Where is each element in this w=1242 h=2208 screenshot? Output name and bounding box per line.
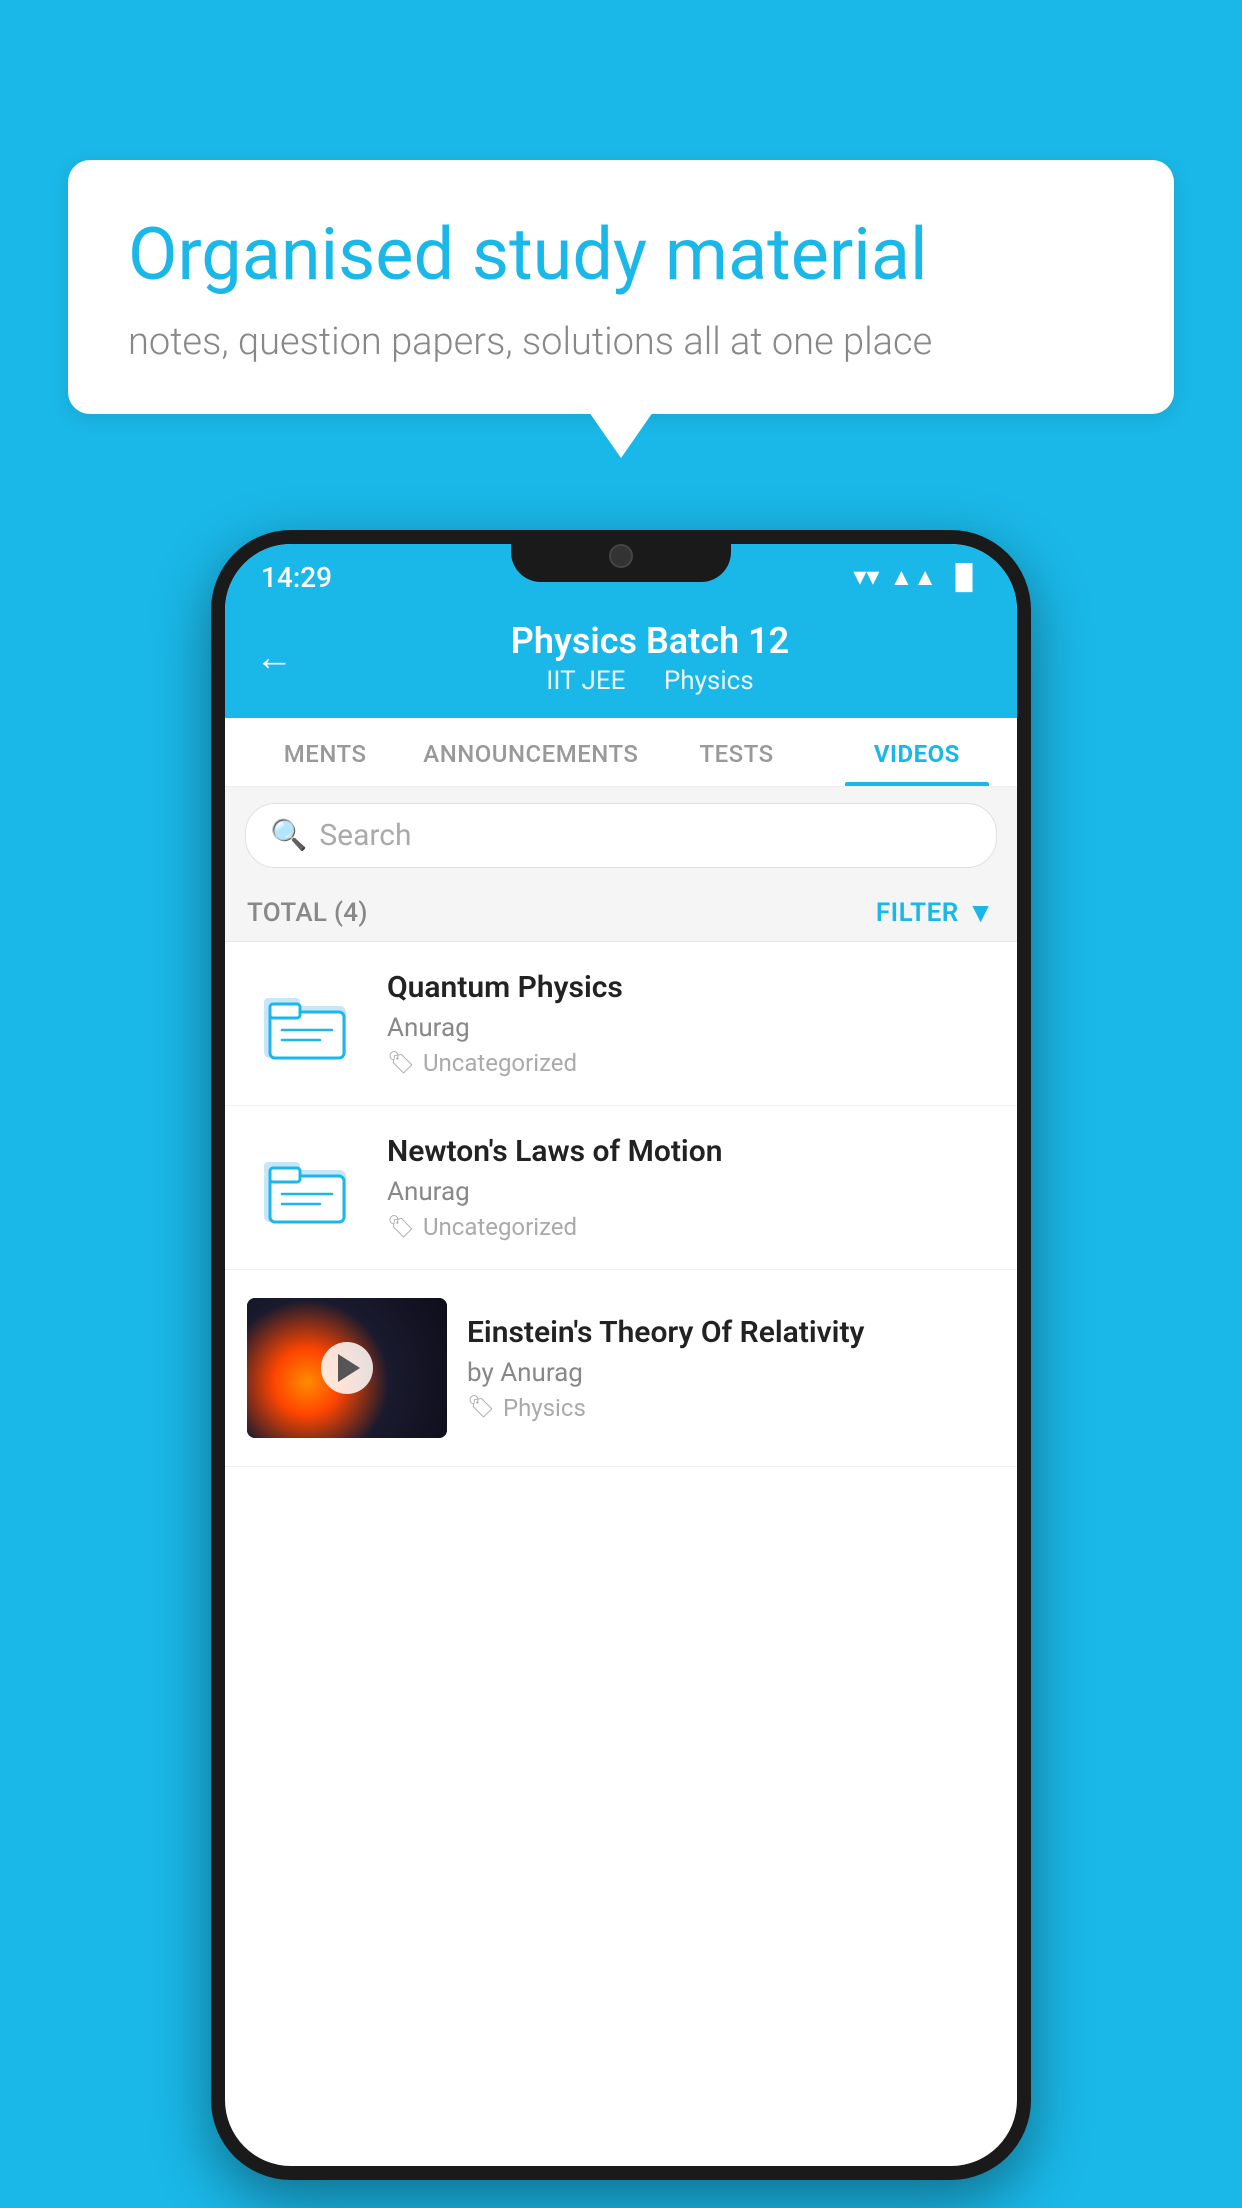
tab-tests[interactable]: TESTS <box>646 718 826 786</box>
wifi-icon: ▾▾ <box>853 562 879 592</box>
search-bar[interactable]: 🔍 Search <box>245 803 997 868</box>
list-item[interactable]: Quantum Physics Anurag 🏷 Uncategorized <box>225 942 1017 1106</box>
video-author: Anurag <box>387 1177 995 1207</box>
bubble-title: Organised study material <box>128 212 1114 298</box>
tab-videos[interactable]: VIDEOS <box>827 718 1007 786</box>
list-item[interactable]: Einstein's Theory Of Relativity by Anura… <box>225 1270 1017 1467</box>
filter-icon: ▼ <box>967 896 995 929</box>
tag-text: Physics <box>503 1394 586 1422</box>
play-icon <box>338 1354 360 1382</box>
tag-text: Uncategorized <box>423 1049 577 1077</box>
play-button[interactable] <box>321 1342 373 1394</box>
status-icons: ▾▾ ▲▲ ▐▌ <box>853 562 981 592</box>
video-list: Quantum Physics Anurag 🏷 Uncategorized <box>225 942 1017 1467</box>
video-title: Newton's Laws of Motion <box>387 1134 995 1169</box>
filter-row: TOTAL (4) FILTER ▼ <box>225 884 1017 942</box>
phone-notch <box>511 530 731 582</box>
search-bar-container: 🔍 Search <box>225 787 1017 884</box>
list-item[interactable]: Newton's Laws of Motion Anurag 🏷 Uncateg… <box>225 1106 1017 1270</box>
video-tag: 🏷 Uncategorized <box>387 1213 995 1241</box>
phone-frame: 14:29 ▾▾ ▲▲ ▐▌ ← Physics Batch 12 IIT JE… <box>211 530 1031 2180</box>
video-thumb-3 <box>247 1298 447 1438</box>
search-icon: 🔍 <box>270 818 307 853</box>
subtitle-part1: IIT JEE <box>546 666 625 696</box>
back-button[interactable]: ← <box>255 636 293 680</box>
video-author: Anurag <box>387 1013 995 1043</box>
phone-screen: 14:29 ▾▾ ▲▲ ▐▌ ← Physics Batch 12 IIT JE… <box>225 544 1017 2166</box>
tag-icon: 🏷 <box>467 1395 495 1420</box>
folder-thumb-2 <box>247 1138 367 1238</box>
tag-icon: 🏷 <box>387 1051 415 1076</box>
video-tag: 🏷 Uncategorized <box>387 1049 995 1077</box>
video-info-3: Einstein's Theory Of Relativity by Anura… <box>467 1315 995 1422</box>
video-title: Quantum Physics <box>387 970 995 1005</box>
video-author: by Anurag <box>467 1358 995 1388</box>
signal-icon: ▲▲ <box>889 563 937 592</box>
folder-icon <box>262 984 352 1064</box>
header-title: Physics Batch 12 <box>313 620 987 662</box>
tag-text: Uncategorized <box>423 1213 577 1241</box>
header-title-group: Physics Batch 12 IIT JEE Physics <box>313 620 987 696</box>
front-camera <box>609 544 633 568</box>
battery-icon: ▐▌ <box>947 563 981 592</box>
bubble-subtitle: notes, question papers, solutions all at… <box>128 320 1114 364</box>
video-tag: 🏷 Physics <box>467 1394 995 1422</box>
tab-announcements[interactable]: ANNOUNCEMENTS <box>415 718 646 786</box>
app-header: ← Physics Batch 12 IIT JEE Physics <box>225 602 1017 718</box>
header-subtitle: IIT JEE Physics <box>313 666 987 696</box>
filter-button[interactable]: FILTER ▼ <box>876 896 995 929</box>
tabs-bar: MENTS ANNOUNCEMENTS TESTS VIDEOS <box>225 718 1017 787</box>
tab-ments[interactable]: MENTS <box>235 718 415 786</box>
subtitle-part2: Physics <box>664 666 754 696</box>
video-info-2: Newton's Laws of Motion Anurag 🏷 Uncateg… <box>387 1134 995 1241</box>
search-placeholder: Search <box>319 818 411 853</box>
filter-label: FILTER <box>876 898 959 928</box>
video-title: Einstein's Theory Of Relativity <box>467 1315 995 1350</box>
video-info-1: Quantum Physics Anurag 🏷 Uncategorized <box>387 970 995 1077</box>
folder-thumb-1 <box>247 974 367 1074</box>
speech-bubble: Organised study material notes, question… <box>68 160 1174 414</box>
status-time: 14:29 <box>261 561 332 594</box>
total-count: TOTAL (4) <box>247 898 368 928</box>
tag-icon: 🏷 <box>387 1215 415 1240</box>
folder-icon <box>262 1148 352 1228</box>
